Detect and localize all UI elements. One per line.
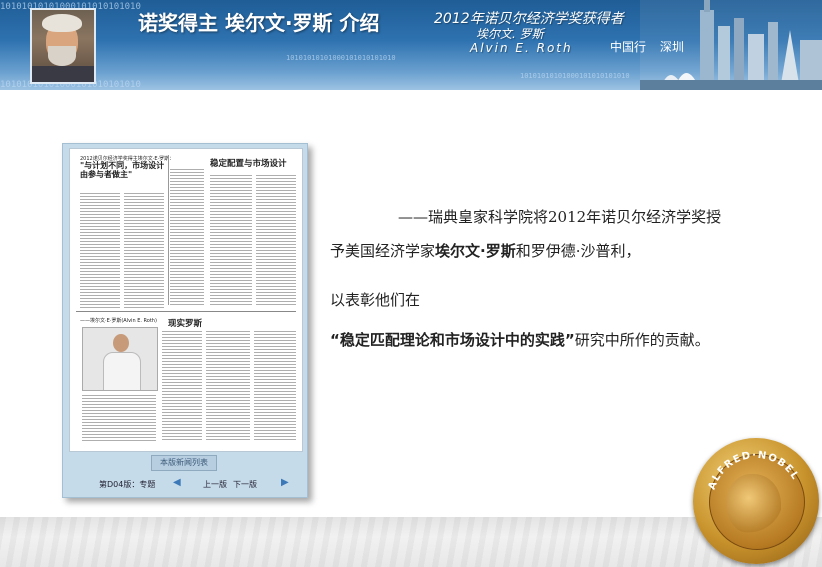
city-skyline-image <box>640 0 822 90</box>
prev-arrow-icon[interactable]: ◀ <box>173 477 181 488</box>
body-line-2: 予美国经济学家埃尔文·罗斯和罗伊德·沙普利， <box>330 240 641 261</box>
body-text: 和罗伊德·沙普利， <box>515 242 641 260</box>
body-line-4: “稳定匹配理论和市场设计中的实践”研究中所作的贡献。 <box>330 329 710 350</box>
newspaper-page[interactable]: 2012诺贝尔经济学奖得主埃尔文·E·罗斯： "与计划不同，市场设计由参与者做主… <box>69 148 303 452</box>
nobel-medal-image: ALFRED·NOBEL <box>693 438 819 564</box>
body-line-1: ——瑞典皇家科学院将2012年诺贝尔经济学奖授 <box>398 208 722 226</box>
newspaper-headline-left: "与计划不同，市场设计由参与者做主" <box>80 161 165 179</box>
banner-name-chinese: 埃尔文. 罗斯 <box>476 27 544 41</box>
next-page-link[interactable]: 下一版 <box>233 479 257 490</box>
binary-decoration: 10101010101000101010101010 <box>286 54 396 62</box>
page-navigation: 第D04版：专题 ◀ 上一版 下一版 ▶ <box>63 477 307 491</box>
binary-decoration: 10101010101000101010101010 <box>520 72 630 80</box>
laureate-name-highlight: 埃尔文·罗斯 <box>435 242 516 260</box>
newspaper-thumbnail: 2012诺贝尔经济学奖得主埃尔文·E·罗斯： "与计划不同，市场设计由参与者做主… <box>62 143 308 498</box>
prev-page-link[interactable]: 上一版 <box>203 479 227 490</box>
laureate-portrait <box>30 8 96 84</box>
body-text: 予美国经济学家 <box>330 242 436 260</box>
news-list-button[interactable]: 本版新闻列表 <box>151 455 217 471</box>
edition-label: 第D04版：专题 <box>99 480 156 489</box>
medal-inscription-text: ALFRED·NOBEL <box>707 450 800 491</box>
research-topic-highlight: “稳定匹配理论和市场设计中的实践” <box>330 331 575 349</box>
next-arrow-icon[interactable]: ▶ <box>281 477 289 488</box>
newspaper-headline-lower: 现实罗斯 <box>168 319 203 329</box>
newspaper-photo <box>82 327 158 391</box>
medal-inscription: ALFRED·NOBEL <box>707 450 801 491</box>
body-text: 研究中所作的贡献。 <box>574 331 710 349</box>
newspaper-headline-right: 稳定配置与市场设计 <box>210 159 287 169</box>
banner-name-english: Alvin E. Roth <box>470 41 573 55</box>
body-line-3: 以表彰他们在 <box>330 291 421 309</box>
newspaper-photo-caption: ——埃尔文·E·罗斯(Alvin E. Roth) <box>80 318 157 324</box>
page-title: 诺奖得主 埃尔文·罗斯 介绍 <box>138 11 380 35</box>
header-banner: 10101010101000101010101010 1010101010100… <box>0 0 822 90</box>
svg-text:ALFRED·NOBEL: ALFRED·NOBEL <box>707 450 801 491</box>
